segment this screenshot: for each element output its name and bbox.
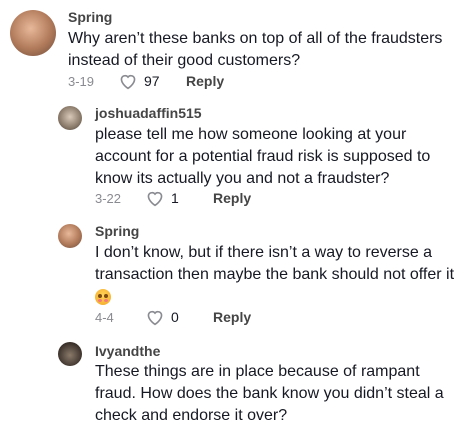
comment-username[interactable]: Spring	[95, 223, 139, 239]
comment-4: Ivyandthe These things are in place beca…	[0, 336, 474, 424]
comment-username[interactable]: joshuadaffin515	[95, 105, 202, 121]
flushed-face-emoji-icon	[95, 288, 111, 305]
avatar[interactable]	[58, 342, 82, 366]
avatar[interactable]	[58, 224, 82, 248]
like-button[interactable]: 0	[145, 308, 195, 326]
heart-icon	[147, 191, 163, 207]
avatar[interactable]	[10, 10, 56, 56]
comment-meta: 3-22 1 Reply	[95, 189, 251, 207]
avatar[interactable]	[58, 106, 82, 130]
like-button[interactable]: 97	[118, 72, 168, 90]
comment-text: please tell me how someone looking at yo…	[95, 126, 431, 187]
reply-button[interactable]: Reply	[213, 309, 251, 325]
heart-icon	[120, 74, 136, 90]
like-count: 97	[144, 73, 160, 89]
reply-button[interactable]: Reply	[186, 73, 224, 89]
comment-date: 4-4	[95, 309, 114, 325]
comment-text-body: I don’t know, but if there isn’t a way t…	[95, 244, 455, 283]
comment-3: Spring I don’t know, but if there isn’t …	[0, 218, 474, 336]
comment-date: 3-19	[68, 73, 95, 89]
comment-meta: 4-4 0 Reply	[95, 308, 251, 326]
comment-username[interactable]: Spring	[68, 9, 112, 25]
comment-2: joshuadaffin515 please tell me how someo…	[0, 100, 474, 218]
comment-username[interactable]: Ivyandthe	[95, 343, 160, 359]
comment-text: Why aren’t these banks on top of all of …	[68, 30, 443, 69]
like-button[interactable]: 1	[145, 189, 195, 207]
reply-button[interactable]: Reply	[213, 190, 251, 206]
comment-1: Spring Why aren’t these banks on top of …	[0, 0, 474, 100]
comment-text: I don’t know, but if there isn’t a way t…	[95, 242, 455, 308]
comment-meta: 3-19 97 Reply	[68, 72, 224, 90]
like-count: 1	[171, 190, 179, 206]
heart-icon	[147, 310, 163, 326]
like-count: 0	[171, 309, 179, 325]
comment-text: These things are in place because of ram…	[95, 363, 444, 424]
comment-date: 3-22	[95, 190, 122, 206]
